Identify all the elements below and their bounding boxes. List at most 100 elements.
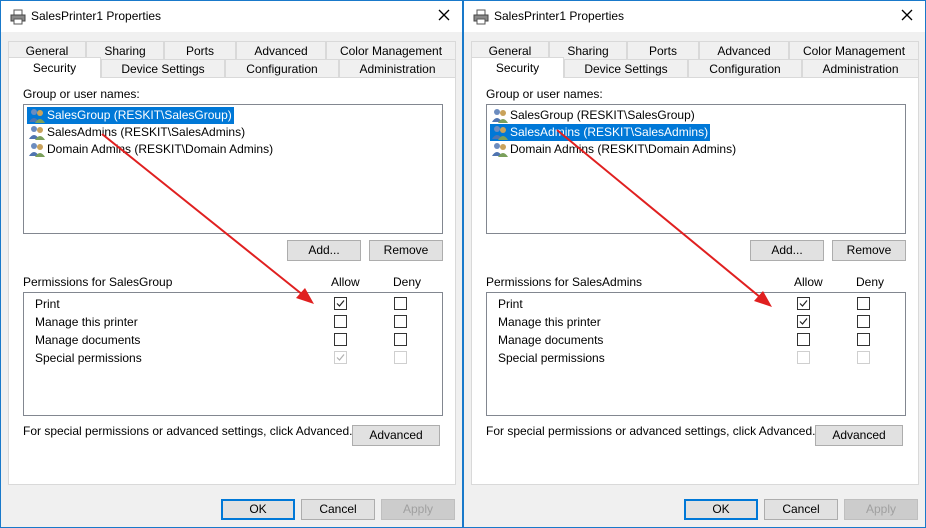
list-item-label: Domain Admins (RESKIT\Domain Admins)	[47, 142, 274, 156]
group-label: Group or user names:	[486, 87, 603, 101]
tab-advanced[interactable]: Advanced	[699, 41, 789, 59]
users-icon	[492, 143, 508, 157]
checkbox-special-allow	[334, 351, 347, 364]
apply-button: Apply	[844, 499, 918, 520]
checkbox-special-deny	[394, 351, 407, 364]
remove-button[interactable]: Remove	[832, 240, 906, 261]
list-item-salesadmins[interactable]: SalesAdmins (RESKIT\SalesAdmins)	[490, 124, 711, 141]
tab-security[interactable]: Security	[8, 57, 101, 78]
checkbox-manage-documents-allow[interactable]	[797, 333, 810, 346]
list-item-label: SalesAdmins (RESKIT\SalesAdmins)	[510, 125, 709, 139]
permissions-label: Permissions for SalesGroup	[23, 275, 173, 289]
add-button[interactable]: Add...	[750, 240, 824, 261]
checkbox-manage-printer-allow[interactable]	[797, 315, 810, 328]
tab-row-bottom: Security Device Settings Configuration A…	[8, 57, 456, 78]
perm-print-label: Print	[498, 297, 523, 311]
ok-button[interactable]: OK	[684, 499, 758, 520]
checkmark-icon	[799, 318, 808, 325]
window-title: SalesPrinter1 Properties	[494, 9, 625, 23]
tab-ports[interactable]: Ports	[164, 41, 236, 59]
allow-header: Allow	[794, 275, 823, 289]
list-item-salesgroup[interactable]: SalesGroup (RESKIT\SalesGroup)	[490, 107, 697, 124]
perm-special-label: Special permissions	[35, 351, 142, 365]
tab-color-management[interactable]: Color Management	[789, 41, 919, 59]
apply-button: Apply	[381, 499, 455, 520]
list-item-salesgroup[interactable]: SalesGroup (RESKIT\SalesGroup)	[27, 107, 234, 124]
tab-row-bottom: Security Device Settings Configuration A…	[471, 57, 919, 78]
tab-configuration[interactable]: Configuration	[688, 59, 802, 77]
special-permissions-text: For special permissions or advanced sett…	[23, 424, 353, 438]
ok-button[interactable]: OK	[221, 499, 295, 520]
checkbox-manage-documents-allow[interactable]	[334, 333, 347, 346]
checkbox-manage-printer-deny[interactable]	[394, 315, 407, 328]
perm-special-label: Special permissions	[498, 351, 605, 365]
users-icon	[492, 126, 508, 140]
security-panel: Group or user names: SalesGroup (RESKIT\…	[471, 77, 919, 485]
remove-button[interactable]: Remove	[369, 240, 443, 261]
perm-print-label: Print	[35, 297, 60, 311]
advanced-button[interactable]: Advanced	[352, 425, 440, 446]
printer-icon	[10, 9, 26, 25]
checkbox-manage-documents-deny[interactable]	[394, 333, 407, 346]
checkbox-print-allow[interactable]	[797, 297, 810, 310]
tab-administration[interactable]: Administration	[339, 59, 456, 77]
list-item-label: SalesGroup (RESKIT\SalesGroup)	[47, 108, 232, 122]
user-listbox[interactable]: SalesGroup (RESKIT\SalesGroup) SalesAdmi…	[486, 104, 906, 234]
checkbox-special-allow	[797, 351, 810, 364]
checkbox-manage-printer-allow[interactable]	[334, 315, 347, 328]
properties-dialog-salesgroup: SalesPrinter1 Properties General Sharing…	[0, 0, 463, 528]
tab-advanced[interactable]: Advanced	[236, 41, 326, 59]
window-title: SalesPrinter1 Properties	[31, 9, 162, 23]
cancel-button[interactable]: Cancel	[301, 499, 375, 520]
permissions-list: Print Manage this printer Manage documen…	[486, 292, 906, 416]
users-icon	[29, 143, 45, 157]
perm-manage-documents-label: Manage documents	[35, 333, 141, 347]
checkmark-icon	[336, 354, 345, 361]
special-permissions-text: For special permissions or advanced sett…	[486, 424, 816, 438]
list-item-label: SalesAdmins (RESKIT\SalesAdmins)	[47, 125, 246, 139]
checkbox-print-deny[interactable]	[857, 297, 870, 310]
add-button[interactable]: Add...	[287, 240, 361, 261]
perm-manage-printer-label: Manage this printer	[35, 315, 138, 329]
group-label: Group or user names:	[23, 87, 140, 101]
checkbox-print-deny[interactable]	[394, 297, 407, 310]
user-listbox[interactable]: SalesGroup (RESKIT\SalesGroup) SalesAdmi…	[23, 104, 443, 234]
title-bar: SalesPrinter1 Properties	[464, 1, 925, 32]
printer-icon	[473, 9, 489, 25]
checkbox-manage-documents-deny[interactable]	[857, 333, 870, 346]
list-item-label: SalesGroup (RESKIT\SalesGroup)	[510, 108, 695, 122]
allow-header: Allow	[331, 275, 360, 289]
tab-color-management[interactable]: Color Management	[326, 41, 456, 59]
permissions-list: Print Manage this printer Manage documen…	[23, 292, 443, 416]
list-item-salesadmins[interactable]: SalesAdmins (RESKIT\SalesAdmins)	[27, 124, 247, 141]
checkbox-special-deny	[857, 351, 870, 364]
tab-administration[interactable]: Administration	[802, 59, 919, 77]
permissions-label: Permissions for SalesAdmins	[486, 275, 643, 289]
title-bar: SalesPrinter1 Properties	[1, 1, 462, 32]
close-icon[interactable]	[899, 7, 915, 23]
properties-dialog-salesadmins: SalesPrinter1 Properties General Sharing…	[463, 0, 926, 528]
list-item-domain-admins[interactable]: Domain Admins (RESKIT\Domain Admins)	[27, 141, 275, 158]
tab-device-settings[interactable]: Device Settings	[101, 59, 225, 77]
tab-configuration[interactable]: Configuration	[225, 59, 339, 77]
checkmark-icon	[336, 300, 345, 307]
users-icon	[492, 109, 508, 123]
tab-ports[interactable]: Ports	[627, 41, 699, 59]
users-icon	[29, 126, 45, 140]
tab-device-settings[interactable]: Device Settings	[564, 59, 688, 77]
checkbox-print-allow[interactable]	[334, 297, 347, 310]
checkbox-manage-printer-deny[interactable]	[857, 315, 870, 328]
list-item-label: Domain Admins (RESKIT\Domain Admins)	[510, 142, 737, 156]
users-icon	[29, 109, 45, 123]
perm-manage-documents-label: Manage documents	[498, 333, 604, 347]
tab-security[interactable]: Security	[471, 57, 564, 78]
deny-header: Deny	[856, 275, 885, 289]
security-panel: Group or user names: SalesGroup (RESKIT\…	[8, 77, 456, 485]
close-icon[interactable]	[436, 7, 452, 23]
list-item-domain-admins[interactable]: Domain Admins (RESKIT\Domain Admins)	[490, 141, 738, 158]
cancel-button[interactable]: Cancel	[764, 499, 838, 520]
deny-header: Deny	[393, 275, 422, 289]
advanced-button[interactable]: Advanced	[815, 425, 903, 446]
perm-manage-printer-label: Manage this printer	[498, 315, 601, 329]
screenshot-stage: SalesPrinter1 Properties General Sharing…	[0, 0, 926, 528]
